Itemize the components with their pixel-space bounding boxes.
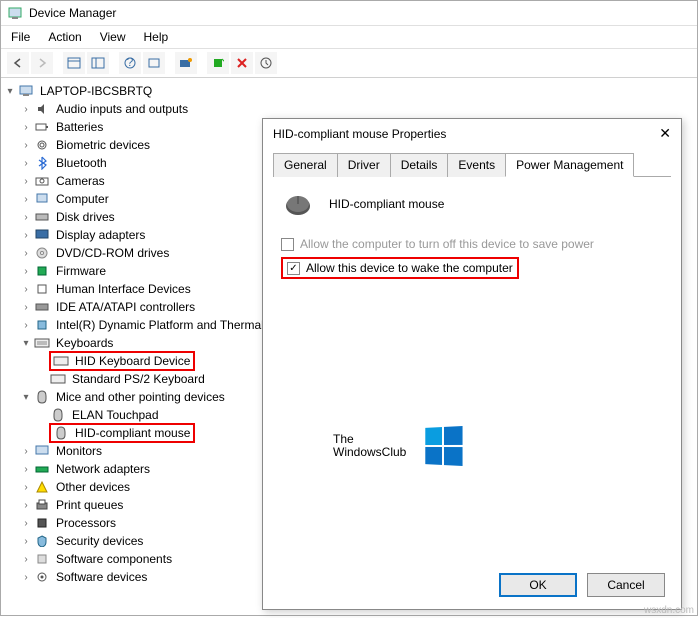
keyboard-icon [33, 335, 51, 351]
ok-button[interactable]: OK [499, 573, 577, 597]
tb-enable-button[interactable] [207, 52, 229, 74]
windows-logo-icon [426, 426, 463, 466]
menubar: File Action View Help [1, 26, 697, 49]
mouse-icon [33, 389, 51, 405]
fingerprint-icon [33, 137, 51, 153]
bluetooth-icon [33, 155, 51, 171]
toolbar-sep [111, 52, 117, 74]
keyboard-icon [49, 371, 67, 387]
cat-audio[interactable]: ›Audio inputs and outputs [3, 100, 695, 118]
device-header: HID-compliant mouse [281, 191, 663, 217]
brand-logo: The WindowsClub [333, 427, 462, 465]
mouse-large-icon [281, 191, 315, 217]
device-name-label: HID-compliant mouse [329, 197, 444, 211]
root-node[interactable]: ▾LAPTOP-IBCSBRTQ [3, 82, 695, 100]
tb-btn-2[interactable] [87, 52, 109, 74]
camera-icon [33, 173, 51, 189]
speaker-icon [33, 101, 51, 117]
dialog-body: HID-compliant mouse Allow the computer t… [263, 177, 681, 557]
svg-text:?: ? [127, 57, 134, 69]
tab-details[interactable]: Details [390, 153, 449, 177]
hid-icon [33, 281, 51, 297]
monitor-icon [33, 443, 51, 459]
disk-icon [33, 209, 51, 225]
display-icon [33, 227, 51, 243]
tab-driver[interactable]: Driver [337, 153, 391, 177]
tb-update-button[interactable] [255, 52, 277, 74]
pc-icon [33, 191, 51, 207]
window-title: Device Manager [29, 6, 116, 20]
computer-icon [17, 83, 35, 99]
tb-scan-button[interactable] [175, 52, 197, 74]
checkbox-wake[interactable]: ✓ [287, 262, 300, 275]
battery-icon [33, 119, 51, 135]
keyboard-icon [52, 353, 70, 369]
option-power-off: Allow the computer to turn off this devi… [281, 237, 663, 251]
tb-btn-4[interactable] [143, 52, 165, 74]
ide-icon [33, 299, 51, 315]
menu-help[interactable]: Help [144, 30, 169, 44]
warning-icon [33, 479, 51, 495]
printer-icon [33, 497, 51, 513]
tb-uninstall-button[interactable] [231, 52, 253, 74]
toolbar-sep [167, 52, 173, 74]
menu-action[interactable]: Action [48, 30, 81, 44]
software-icon [33, 569, 51, 585]
tab-general[interactable]: General [273, 153, 338, 177]
highlight-box: ✓ Allow this device to wake the computer [281, 257, 519, 279]
tb-help-button[interactable]: ? [119, 52, 141, 74]
nav-back-button[interactable] [7, 52, 29, 74]
watermark: wsxdn.com [644, 605, 694, 616]
close-button[interactable]: ✕ [659, 125, 671, 142]
disc-icon [33, 245, 51, 261]
titlebar: Device Manager [1, 1, 697, 26]
toolbar-sep [55, 52, 61, 74]
chip-icon [33, 317, 51, 333]
option-power-off-label: Allow the computer to turn off this devi… [300, 237, 594, 251]
toolbar-sep [199, 52, 205, 74]
toolbar: ? [1, 49, 697, 78]
menu-view[interactable]: View [100, 30, 126, 44]
component-icon [33, 551, 51, 567]
tab-events[interactable]: Events [447, 153, 506, 177]
brand-line2: WindowsClub [333, 446, 406, 459]
cancel-button[interactable]: Cancel [587, 573, 665, 597]
tab-strip: General Driver Details Events Power Mana… [273, 152, 671, 177]
menu-file[interactable]: File [11, 30, 30, 44]
nav-fwd-button[interactable] [31, 52, 53, 74]
mouse-icon [49, 407, 67, 423]
tb-btn-1[interactable] [63, 52, 85, 74]
checkbox-icon [281, 238, 294, 251]
option-wake-label: Allow this device to wake the computer [306, 261, 513, 275]
dialog-title: HID-compliant mouse Properties [273, 127, 446, 141]
dialog-footer: OK Cancel [499, 573, 665, 597]
shield-icon [33, 533, 51, 549]
dialog-titlebar: HID-compliant mouse Properties ✕ [263, 119, 681, 148]
network-icon [33, 461, 51, 477]
mouse-icon [52, 425, 70, 441]
brand-text: The WindowsClub [333, 433, 406, 458]
app-icon [7, 5, 23, 21]
properties-dialog: HID-compliant mouse Properties ✕ General… [262, 118, 682, 610]
cpu-icon [33, 515, 51, 531]
tab-power-management[interactable]: Power Management [505, 153, 634, 177]
chip-icon [33, 263, 51, 279]
